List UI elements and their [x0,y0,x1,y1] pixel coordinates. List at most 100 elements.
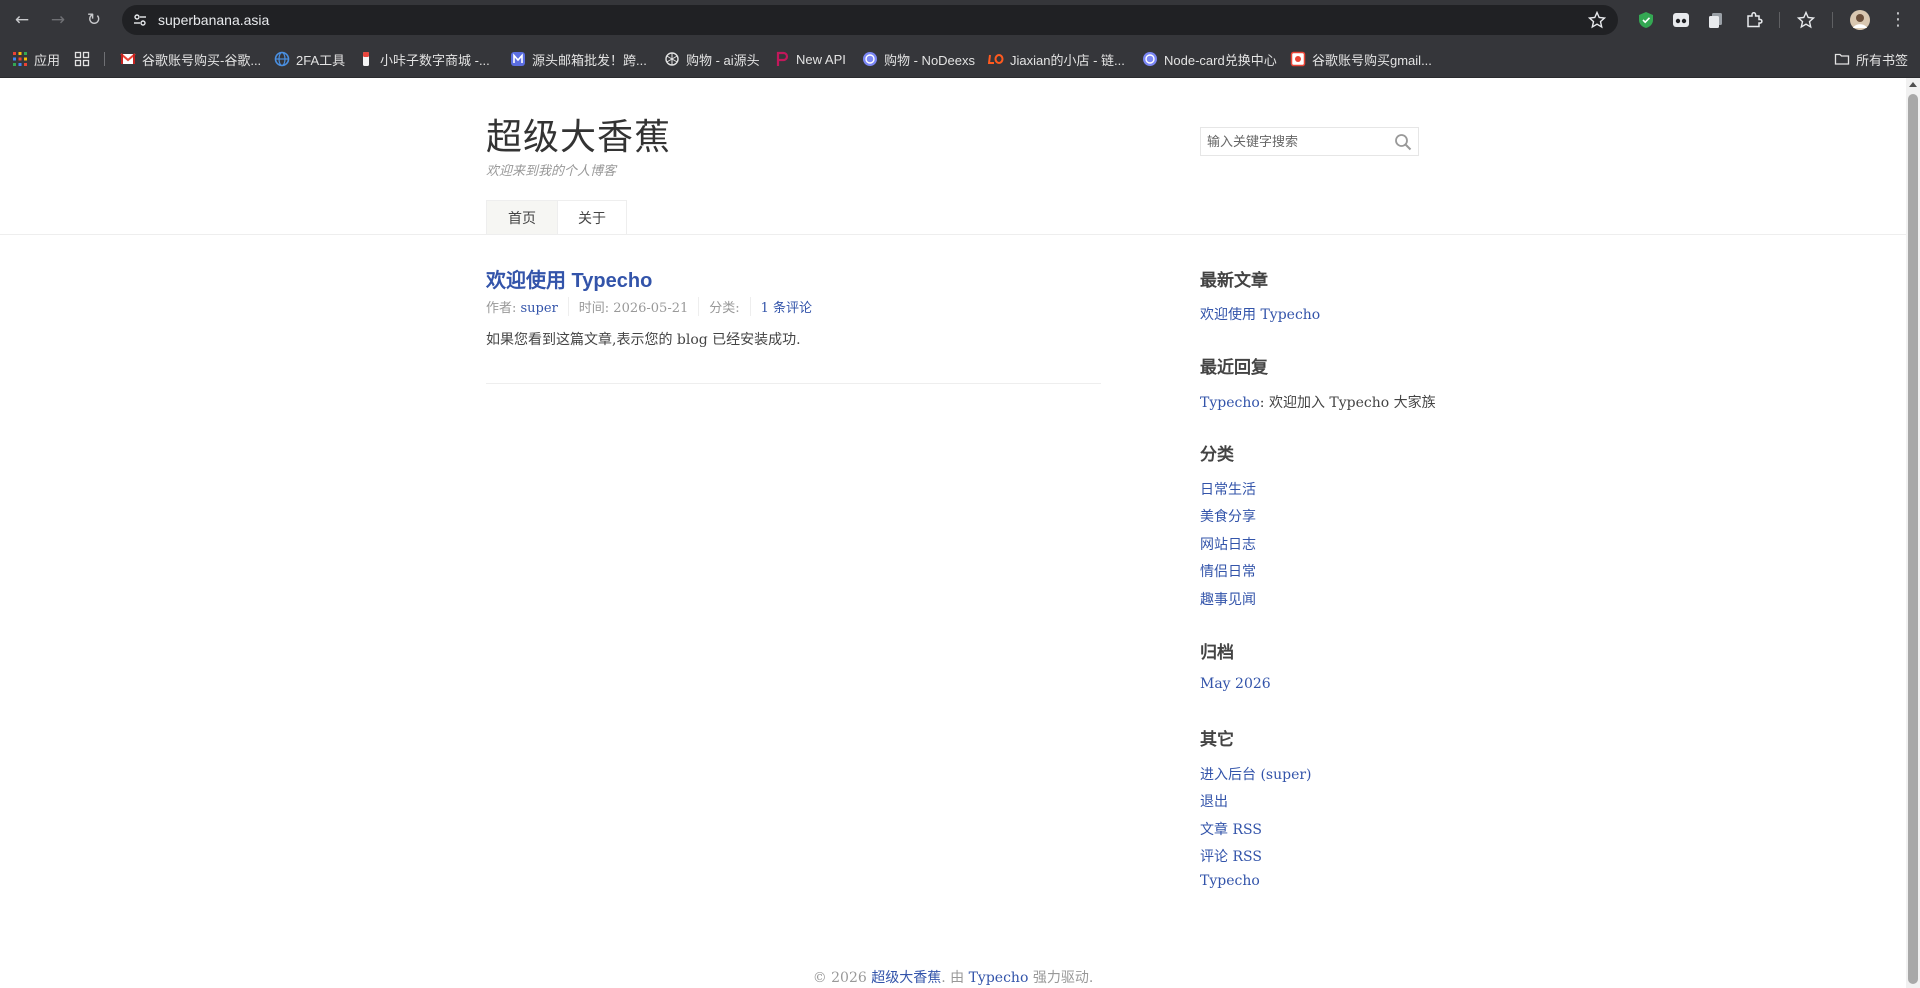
post-meta: 作者: super 时间: 2026-05-21 分类: 1 条评论 [486,297,832,316]
bookmark-label: Node-card兑换中心 [1164,52,1277,68]
footer-copyright: © 2026 [812,970,872,986]
site-title[interactable]: 超级大香蕉 [486,108,671,160]
bookmark-google-account[interactable]: 谷歌账号购买-谷歌... [120,40,261,78]
scrollbar-thumb[interactable] [1908,94,1918,984]
category-link[interactable]: 情侣日常 [1200,561,1256,581]
all-bookmarks-folder[interactable]: 所有书签 [1834,40,1908,78]
category-link[interactable]: 趣事见闻 [1200,589,1256,609]
post-divider [486,383,1101,384]
bookmark-nodeexs[interactable]: 购物 - NoDeexs [862,40,975,78]
gmail-stamp-icon [1290,51,1306,67]
bookmark-mail-wholesale[interactable]: 源头邮箱批发！跨... [510,40,647,78]
globe-icon [274,51,290,67]
bookmark-ai-source[interactable]: 购物 - ai源头 [664,40,760,78]
bookmark-label: 购物 - NoDeexs [884,52,976,68]
bookmark-gmail-buy[interactable]: 谷歌账号购买gmail... [1290,40,1432,78]
category-link[interactable]: 网站日志 [1200,534,1256,554]
post-author: 作者: super [486,297,569,316]
nav-about[interactable]: 关于 [558,200,627,235]
url-text[interactable]: superbanana.asia [158,5,269,35]
recent-comment-author-link[interactable]: Typecho [1200,395,1260,411]
bookmark-new-api[interactable]: New API [774,40,846,78]
toolbar-divider [1832,12,1833,28]
profile-avatar-icon[interactable] [1850,10,1870,30]
footer-middle: . 由 [941,970,969,986]
site-settings-icon[interactable] [132,12,148,28]
admin-link[interactable]: 进入后台 (super) [1200,764,1312,784]
main-nav: 首页 关于 [486,200,627,235]
bookmark-jiaxian[interactable]: Jiaxian的小店 - 链... [988,40,1125,78]
search-form [1200,127,1419,156]
back-arrow-icon[interactable]: ← [10,8,34,32]
bookmark-label: Jiaxian的小店 - 链... [1010,52,1125,68]
extensions-puzzle-icon[interactable] [1744,10,1764,30]
all-bookmarks-label: 所有书签 [1856,52,1909,68]
site-description: 欢迎来到我的个人博客 [486,163,617,178]
post-title[interactable]: 欢迎使用 Typecho [486,264,652,293]
apps-grid-icon [13,52,27,66]
openai-icon [1143,52,1157,66]
forward-arrow-icon[interactable]: → [46,8,70,32]
bookmark-label: 应用 [34,52,61,68]
bookmark-star-icon[interactable] [1588,11,1606,29]
post-content: 如果您看到这篇文章,表示您的 blog 已经安装成功. [486,332,801,348]
posts-rss-link[interactable]: 文章 RSS [1200,819,1262,839]
footer-powered-link[interactable]: Typecho [969,970,1029,986]
search-icon[interactable] [1394,133,1412,151]
bookmark-label: 谷歌账号购买gmail... [1312,52,1432,68]
comments-rss-link[interactable]: 评论 RSS [1200,846,1262,866]
bookmark-node-card[interactable]: Node-card兑换中心 [1142,40,1277,78]
category-link[interactable]: 美食分享 [1200,506,1256,526]
recent-comment: Typecho: 欢迎加入 Typecho 大家族 [1200,392,1436,412]
gmail-icon [120,53,136,64]
openai-icon [665,52,679,66]
glasses-extension-icon[interactable] [1671,10,1691,30]
shield-extension-icon[interactable] [1636,10,1656,30]
lo-logo-icon [988,54,1004,64]
bookmark-label: 购物 - ai源头 [686,52,760,68]
openai-icon [863,52,877,66]
reload-icon[interactable]: ↻ [82,8,106,32]
folder-icon [1834,53,1850,65]
post-time: 时间: 2026-05-21 [579,297,700,316]
typecho-link[interactable]: Typecho [1200,873,1260,889]
footer-site-link[interactable]: 超级大香蕉 [871,970,941,986]
more-menu-icon[interactable]: ⋮ [1886,8,1910,32]
scroll-up-arrow-icon[interactable] [1909,82,1917,87]
copy-extension-icon[interactable] [1706,10,1726,30]
categories-title: 分类 [1200,445,1234,464]
browser-toolbar: ← → ↻ superbanana.asia ⋮ [0,0,1920,40]
tab-groups-button[interactable] [74,40,96,78]
toolbar-divider [1779,12,1780,28]
footer-suffix: 强力驱动. [1028,970,1094,986]
bookmark-xiaokazi[interactable]: 小咔子数字商城 -... [358,40,490,78]
search-input[interactable] [1201,128,1391,155]
p-logo-icon [776,51,789,66]
recent-comment-text: : 欢迎加入 Typecho 大家族 [1259,395,1436,411]
bookmark-label: 源头邮箱批发！跨... [532,52,647,68]
tab-groups-icon [74,51,90,67]
logout-link[interactable]: 退出 [1200,791,1228,811]
mail-m-icon [511,52,525,66]
comments-link[interactable]: 1 条评论 [761,301,812,316]
bookmark-apps[interactable]: 应用 [12,40,60,78]
header-divider [0,234,1906,235]
other-title: 其它 [1200,730,1234,749]
category-link[interactable]: 日常生活 [1200,479,1256,499]
archives-title: 归档 [1200,643,1234,662]
bookmarks-manager-star-icon[interactable] [1796,10,1816,30]
address-bar[interactable]: superbanana.asia [122,5,1618,35]
recent-post-link[interactable]: 欢迎使用 Typecho [1200,304,1320,324]
nav-home[interactable]: 首页 [486,200,558,235]
bookmark-label: 谷歌账号购买-谷歌... [142,52,262,68]
archive-link[interactable]: May 2026 [1200,676,1271,692]
bookmark-label: New API [796,51,846,67]
bookmark-label: 2FA工具 [296,52,346,68]
footer: © 2026 超级大香蕉. 由 Typecho 强力驱动. [0,967,1906,987]
author-link[interactable]: super [521,301,558,316]
recent-posts-title: 最新文章 [1200,271,1268,290]
bookmark-2fa[interactable]: 2FA工具 [274,40,345,78]
author-label: 作者: [486,301,521,316]
page-scrollbar[interactable] [1906,78,1920,988]
bookmarks-bar: 应用 谷歌账号购买-谷歌... 2FA工具 小咔子数字商城 -... 源头邮箱批… [0,40,1920,78]
